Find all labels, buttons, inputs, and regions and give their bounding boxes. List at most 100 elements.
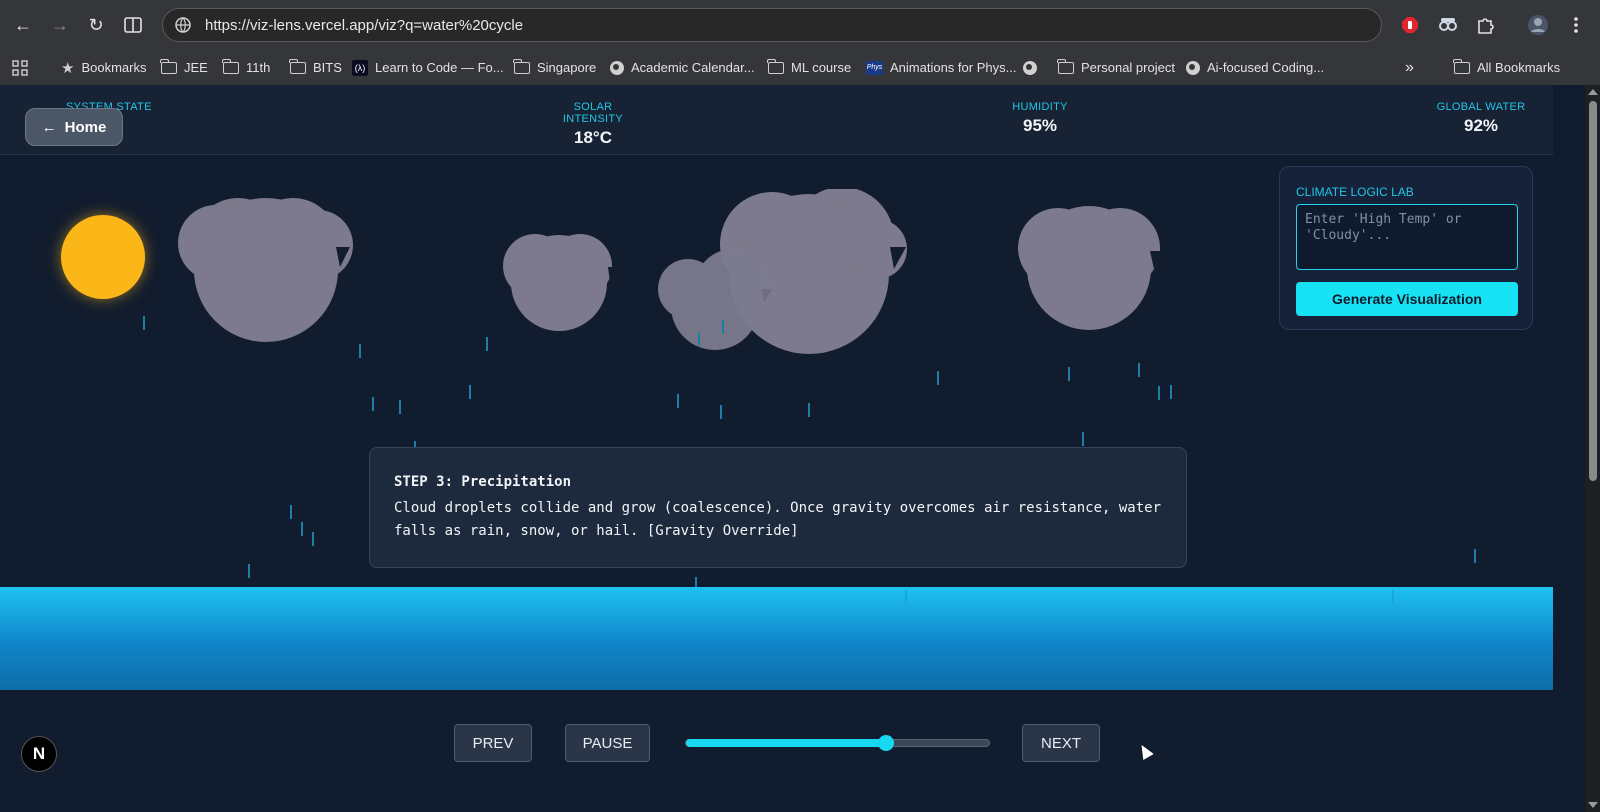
rain-drop	[698, 332, 700, 346]
rain-drop	[808, 403, 810, 417]
rain-drop	[722, 320, 724, 334]
pause-button[interactable]: PAUSE	[565, 724, 650, 762]
timeline-slider[interactable]	[685, 735, 990, 751]
rain-drop	[677, 394, 679, 408]
lab-title: CLIMATE LOGIC LAB	[1296, 185, 1414, 199]
rain-drop	[469, 385, 471, 399]
rain-drop	[720, 405, 722, 419]
page-scrollbar[interactable]	[1585, 85, 1600, 812]
freecodecamp-icon: (λ)	[352, 59, 368, 76]
climate-logic-lab-panel: CLIMATE LOGIC LAB Generate Visualization	[1279, 166, 1533, 330]
bookmark-learn-to-code[interactable]: (λ) Learn to Code — Fo...	[352, 50, 504, 85]
scroll-up-icon[interactable]	[1588, 89, 1598, 95]
visualization-app: SYSTEM STATE ATION SOLAR INTENSITY 18°C …	[0, 85, 1553, 812]
url-text[interactable]: https://viz-lens.vercel.app/viz?q=water%…	[205, 17, 523, 34]
rain-drop	[486, 337, 488, 351]
bookmark-11th[interactable]: 11th	[222, 50, 270, 85]
bookmark-ml-course[interactable]: ML course	[767, 50, 851, 85]
folder-icon	[1453, 58, 1470, 74]
split-view-icon[interactable]	[120, 12, 146, 38]
scroll-down-icon[interactable]	[1588, 802, 1598, 808]
bookmark-globe[interactable]	[1023, 50, 1037, 85]
address-bar[interactable]: https://viz-lens.vercel.app/viz?q=water%…	[162, 8, 1382, 42]
global-water-label: GLOBAL WATER	[1436, 101, 1526, 113]
rain-drop	[301, 522, 303, 536]
reload-icon[interactable]: ↻	[83, 12, 109, 38]
globe-icon	[1186, 60, 1200, 75]
global-water-value: 92%	[1463, 116, 1499, 135]
extensions-puzzle-icon[interactable]	[1474, 14, 1496, 36]
bookmark-ai-focused-coding[interactable]: Ai-focused Coding...	[1186, 50, 1324, 85]
solar-intensity-stat: SOLAR INTENSITY 18°C	[543, 101, 643, 148]
profile-avatar-icon[interactable]	[1527, 14, 1549, 36]
bookmark-personal-project[interactable]: Personal project	[1057, 50, 1175, 85]
browser-menu-icon[interactable]	[1563, 12, 1589, 38]
rain-drop	[1068, 367, 1070, 381]
folder-icon	[513, 58, 530, 74]
arrow-left-icon: ←	[41, 118, 57, 136]
bookmark-singapore[interactable]: Singapore	[513, 50, 596, 85]
solar-intensity-label: SOLAR INTENSITY	[562, 101, 624, 125]
rain-drop	[359, 344, 361, 358]
timeline-slider-handle[interactable]	[877, 735, 894, 751]
apps-grid-icon[interactable]	[12, 50, 28, 85]
bookmark-animations-for-physics[interactable]: Phys Animations for Phys...	[866, 50, 1016, 85]
generate-visualization-button[interactable]: Generate Visualization	[1296, 282, 1518, 316]
rain-drop	[290, 505, 292, 519]
home-button[interactable]: ← Home	[25, 108, 123, 146]
rain-drop	[372, 397, 374, 411]
bookmark-jee[interactable]: JEE	[160, 50, 208, 85]
cloud	[658, 251, 772, 350]
globe-icon	[610, 60, 624, 75]
browser-chrome: ← → ↻ https://viz-lens.vercel.app/viz?q=…	[0, 0, 1600, 85]
step-description: Cloud droplets collide and grow (coalesc…	[394, 500, 1162, 539]
site-info-icon[interactable]	[173, 15, 193, 35]
adblock-extension-icon[interactable]	[1399, 14, 1421, 36]
rain-drop	[1138, 363, 1140, 377]
prev-button[interactable]: PREV	[454, 724, 532, 762]
bookmarks-bar: ★ Bookmarks JEE 11th BITS (λ) Learn to C…	[0, 50, 1600, 85]
folder-icon	[767, 58, 784, 74]
nextjs-logo[interactable]: N	[21, 736, 57, 772]
bookmarks-overflow-button[interactable]: »	[1405, 50, 1414, 85]
rain-drop	[1082, 432, 1084, 446]
bookmark-bits[interactable]: BITS	[289, 50, 342, 85]
rain-drop	[1158, 386, 1160, 400]
glasses-extension-icon[interactable]	[1437, 14, 1459, 36]
sun	[61, 215, 145, 299]
ocean-water	[0, 587, 1553, 690]
folder-icon	[160, 58, 177, 74]
solar-intensity-value: 18°C	[574, 128, 612, 147]
mouse-cursor	[1136, 741, 1154, 761]
folder-icon	[222, 58, 239, 74]
scrollbar-thumb[interactable]	[1589, 101, 1597, 481]
humidity-stat: HUMIDITY 95%	[1000, 101, 1080, 136]
rain-drop	[312, 532, 314, 546]
cloud	[178, 198, 353, 342]
playback-controls: N PREV PAUSE NEXT	[0, 690, 1553, 812]
all-bookmarks-button[interactable]: All Bookmarks	[1453, 50, 1560, 85]
back-icon[interactable]: ←	[10, 12, 36, 38]
global-water-stat: GLOBAL WATER 92%	[1436, 101, 1526, 136]
browser-toolbar: ← → ↻ https://viz-lens.vercel.app/viz?q=…	[0, 0, 1600, 50]
cloud	[1018, 206, 1164, 330]
rain-drop	[399, 400, 401, 414]
star-icon: ★	[61, 59, 75, 77]
folder-icon	[1057, 58, 1074, 74]
step-caption: STEP 3: Precipitation Cloud droplets col…	[369, 447, 1187, 568]
cloud	[503, 234, 618, 331]
rain-drop	[143, 316, 145, 330]
rain-drop	[1170, 385, 1172, 399]
status-bar: SYSTEM STATE ATION SOLAR INTENSITY 18°C …	[0, 85, 1553, 155]
humidity-value: 95%	[1022, 116, 1058, 135]
climate-condition-input[interactable]	[1296, 204, 1518, 270]
humidity-label: HUMIDITY	[1012, 101, 1068, 113]
next-button[interactable]: NEXT	[1022, 724, 1100, 762]
globe-icon	[1023, 60, 1037, 75]
rain-drop	[248, 564, 250, 578]
step-title: STEP 3: Precipitation	[394, 474, 572, 490]
forward-icon[interactable]: →	[47, 12, 73, 38]
bookmark-bookmarks[interactable]: ★ Bookmarks	[61, 50, 146, 85]
bookmark-academic-calendar[interactable]: Academic Calendar...	[610, 50, 755, 85]
rain-drop	[937, 371, 939, 385]
